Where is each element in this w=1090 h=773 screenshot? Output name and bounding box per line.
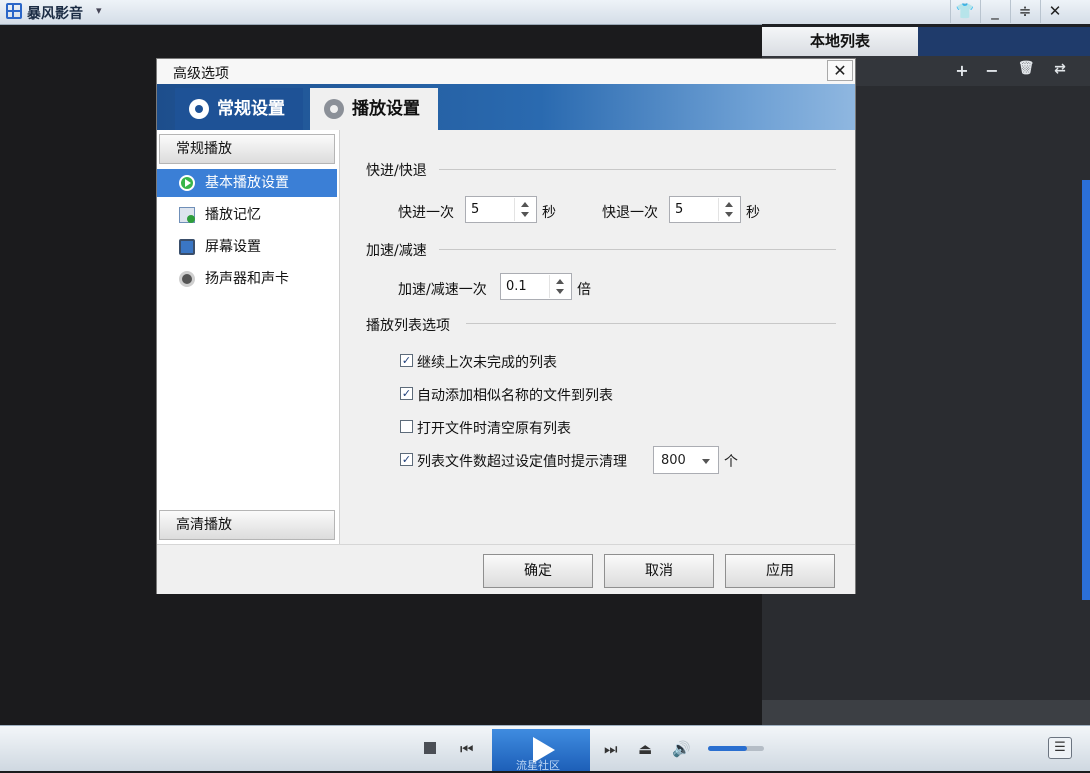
stepper-arrows[interactable] [549,275,570,298]
nav-item-basic-playback[interactable]: 基本播放设置 [157,169,337,197]
control-bar: ⏮ 流星社区 ⏭ ⏏ 🔊 ☰ [0,725,1090,772]
nav-item-label: 屏幕设置 [205,239,261,255]
backward-seconds-value: 5 [675,202,684,217]
section-divider [439,249,836,250]
backward-unit: 秒 [746,205,760,221]
file-count-unit: 个 [724,454,738,470]
stepper-arrows[interactable] [718,198,739,221]
nav-item-label: 播放记忆 [205,207,261,223]
apply-button[interactable]: 应用 [725,554,835,588]
dialog-footer: 确定 取消 应用 [157,544,855,594]
play-circle-icon [179,175,195,191]
file-count-value: 800 [661,453,686,468]
dialog-close-icon[interactable]: ✕ [827,60,853,81]
forward-seconds-value: 5 [471,202,480,217]
checkbox[interactable]: ✓ [400,354,413,367]
volume-level-fill [708,746,748,751]
volume-slider[interactable] [708,746,764,751]
section-speed-heading: 加速/减速 [366,243,427,259]
speed-value: 0.1 [506,279,527,294]
close-button[interactable]: ✕ [1040,0,1069,23]
desktop-edge [1082,180,1090,600]
speed-stepper[interactable]: 0.1 [500,273,572,300]
checkbox[interactable]: ✓ [400,453,413,466]
gears-icon [324,99,344,119]
cancel-button[interactable]: 取消 [604,554,714,588]
speed-unit: 倍 [577,282,591,298]
app-titlebar: 暴风影音 ▾ 👕 _ ≑ ✕ [0,0,1090,25]
option-label: 列表文件数超过设定值时提示清理 [417,454,627,470]
backward-seconds-stepper[interactable]: 5 [669,196,741,223]
nav-item-screen-settings[interactable]: 屏幕设置 [157,233,337,261]
add-icon[interactable]: + [952,61,972,80]
tab-playback-label: 播放设置 [352,99,420,119]
ok-button[interactable]: 确定 [483,554,593,588]
dialog-tabbar: 常规设置 播放设置 [157,84,855,130]
next-icon[interactable]: ⏭ [604,740,618,758]
restore-button[interactable]: ≑ [1010,0,1039,23]
tab-playback-settings[interactable]: 播放设置 [310,88,438,130]
playlist-tabrow: 本地列表 [762,24,1090,56]
chevron-down-icon [702,459,710,464]
dialog-titlebar: 高级选项 ✕ [157,59,855,85]
option-label: 继续上次未完成的列表 [417,355,557,371]
delete-icon[interactable]: 🗑 [1016,61,1036,76]
section-divider [466,323,836,324]
nav-group-hd-playback[interactable]: 高清播放 [159,510,335,540]
nav-item-playback-memory[interactable]: 播放记忆 [157,201,337,229]
option-label: 打开文件时清空原有列表 [417,421,571,437]
checkbox[interactable] [400,420,413,433]
stepper-arrows[interactable] [514,198,535,221]
playlist-footer [762,700,1090,725]
nav-item-speaker-soundcard[interactable]: 扬声器和声卡 [157,265,337,293]
tab-general-label: 常规设置 [217,99,285,119]
advanced-options-dialog: 高级选项 ✕ 常规设置 播放设置 常规播放 基本播放设置 播放记忆 屏幕设置 扬… [156,58,856,594]
speaker-icon [179,271,195,287]
memory-icon [179,207,195,223]
forward-label: 快进一次 [398,205,454,221]
forward-unit: 秒 [542,205,556,221]
section-seek-heading: 快进/快退 [366,163,427,179]
nav-item-label: 扬声器和声卡 [205,271,289,287]
app-title[interactable]: 暴风影音 [27,3,83,23]
nav-item-label: 基本播放设置 [205,175,289,191]
nav-group-regular-playback[interactable]: 常规播放 [159,134,335,164]
speed-label: 加速/减速一次 [398,282,487,298]
play-button[interactable]: 流星社区 [492,729,590,772]
app-logo-icon[interactable] [6,3,22,19]
watermark-text: 流星社区 [516,759,560,772]
monitor-icon [179,239,195,255]
sort-icon[interactable]: ⇄ [1050,61,1070,77]
checkbox[interactable]: ✓ [400,387,413,400]
playlist-tab-spacer [918,27,1090,56]
settings-nav: 常规播放 基本播放设置 播放记忆 屏幕设置 扬声器和声卡 高清播放 [157,130,340,544]
previous-icon[interactable]: ⏮ [460,740,474,758]
section-playlist-heading: 播放列表选项 [366,318,450,334]
minimize-button[interactable]: _ [980,0,1009,23]
tab-local-list[interactable]: 本地列表 [762,27,918,56]
tab-general-settings[interactable]: 常规设置 [175,88,303,130]
volume-icon[interactable]: 🔊 [672,740,691,758]
backward-label: 快退一次 [602,205,658,221]
option-label: 自动添加相似名称的文件到列表 [417,388,613,404]
app-menu-dropdown-icon[interactable]: ▾ [96,4,102,17]
file-count-select[interactable]: 800 [653,446,719,474]
remove-icon[interactable]: − [982,61,1002,80]
section-divider [439,169,836,170]
skin-icon[interactable]: 👕 [950,0,979,23]
dialog-title: 高级选项 [173,66,229,82]
forward-seconds-stepper[interactable]: 5 [465,196,537,223]
gear-icon [189,99,209,119]
playlist-toggle-icon[interactable]: ☰ [1048,737,1072,759]
stop-button[interactable] [424,742,436,754]
eject-icon[interactable]: ⏏ [638,740,652,758]
